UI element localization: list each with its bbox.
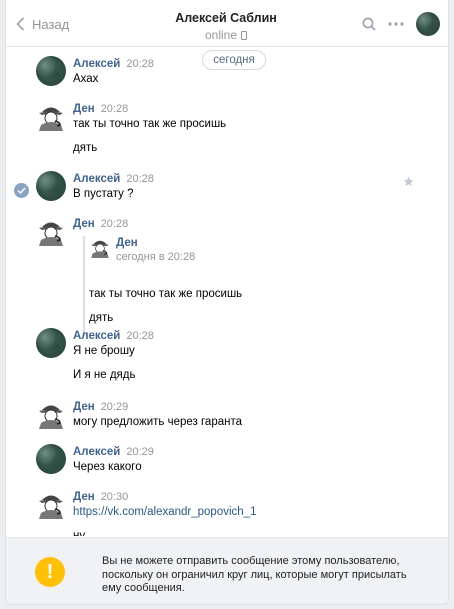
- detective-avatar-icon: [39, 222, 63, 246]
- author-name[interactable]: Ден: [73, 401, 95, 413]
- message-time[interactable]: 20:30: [101, 491, 129, 503]
- author-name[interactable]: Ден: [73, 103, 95, 115]
- chevron-left-icon: [16, 17, 25, 31]
- avatar[interactable]: [36, 216, 66, 246]
- message-text: В пустату ?: [73, 188, 134, 200]
- header-actions: [350, 12, 440, 36]
- date-separator: сегодня: [202, 50, 266, 70]
- contact-name[interactable]: Алексей Саблин: [136, 11, 316, 25]
- message-text: ну: [73, 530, 86, 536]
- cannot-message-notice: ! Вы не можете отправить сообщение этому…: [6, 537, 448, 604]
- message-time[interactable]: 20:28: [126, 330, 154, 342]
- more-icon[interactable]: [388, 22, 404, 26]
- mobile-icon: [241, 30, 248, 40]
- back-button[interactable]: Назад: [16, 14, 69, 34]
- chat-title-block: Алексей Саблин online: [136, 11, 316, 42]
- avatar[interactable]: [36, 399, 66, 429]
- author-name[interactable]: Ден: [73, 491, 95, 503]
- contact-avatar[interactable]: [416, 12, 440, 36]
- message-text: могу предложить через гаранта: [73, 416, 243, 428]
- message-history[interactable]: Алексей 20:28 Ахах Ден 20:28 так ты точно …: [6, 46, 448, 536]
- avatar[interactable]: [36, 101, 66, 131]
- detective-avatar-icon: [91, 240, 109, 258]
- author-name[interactable]: Алексей: [73, 330, 120, 342]
- status-text: online: [204, 28, 238, 42]
- message-time[interactable]: 20:28: [126, 58, 154, 70]
- search-icon[interactable]: [362, 17, 376, 31]
- forwarded-message[interactable]: Ден сегодня в 20:28 так ты точно так же …: [83, 236, 242, 336]
- online-status: online: [204, 28, 248, 42]
- avatar[interactable]: [36, 56, 66, 86]
- message-text: Ахах: [73, 73, 99, 85]
- message-time[interactable]: 20:28: [126, 173, 154, 185]
- author-name[interactable]: Алексей: [73, 446, 120, 458]
- chat-window: Назад Алексей Саблин online Алексей 20:28: [5, 0, 449, 605]
- selected-check-icon[interactable]: [14, 183, 29, 198]
- message-link[interactable]: https://vk.com/alexandr_popovich_1: [73, 505, 408, 519]
- message-text: Через какого: [73, 461, 142, 473]
- avatar[interactable]: [36, 444, 66, 474]
- warning-text: Вы не можете отправить сообщение этому п…: [102, 555, 407, 594]
- forwarded-author[interactable]: Ден: [116, 236, 366, 250]
- warning-icon: !: [35, 557, 65, 587]
- avatar[interactable]: [36, 171, 66, 201]
- message-time[interactable]: 20:28: [101, 103, 129, 115]
- author-name[interactable]: Алексей: [73, 173, 120, 185]
- author-name[interactable]: Ден: [73, 218, 95, 230]
- back-label: Назад: [32, 16, 70, 32]
- message-text: И я не дядь: [73, 369, 136, 381]
- message-text: дять: [73, 142, 98, 154]
- star-icon[interactable]: [403, 175, 414, 190]
- detective-avatar-icon: [39, 405, 63, 429]
- message-time[interactable]: 20:29: [101, 401, 129, 413]
- detective-avatar-icon: [39, 495, 63, 519]
- forwarded-text: дять: [89, 312, 114, 324]
- detective-avatar-icon: [39, 107, 63, 131]
- author-name[interactable]: Алексей: [73, 58, 120, 70]
- message-time[interactable]: 20:29: [126, 446, 154, 458]
- avatar[interactable]: [36, 489, 66, 519]
- message-time[interactable]: 20:28: [101, 218, 129, 230]
- forwarded-text: так ты точно так же просишь: [89, 288, 243, 300]
- message-text: Я не брошу: [73, 345, 135, 357]
- chat-header: Назад Алексей Саблин online: [6, 0, 448, 47]
- forwarded-time[interactable]: сегодня в 20:28: [116, 251, 366, 263]
- message-text: так ты точно так же просишь: [73, 118, 227, 130]
- avatar[interactable]: [36, 328, 66, 358]
- forwarded-avatar[interactable]: [89, 236, 111, 258]
